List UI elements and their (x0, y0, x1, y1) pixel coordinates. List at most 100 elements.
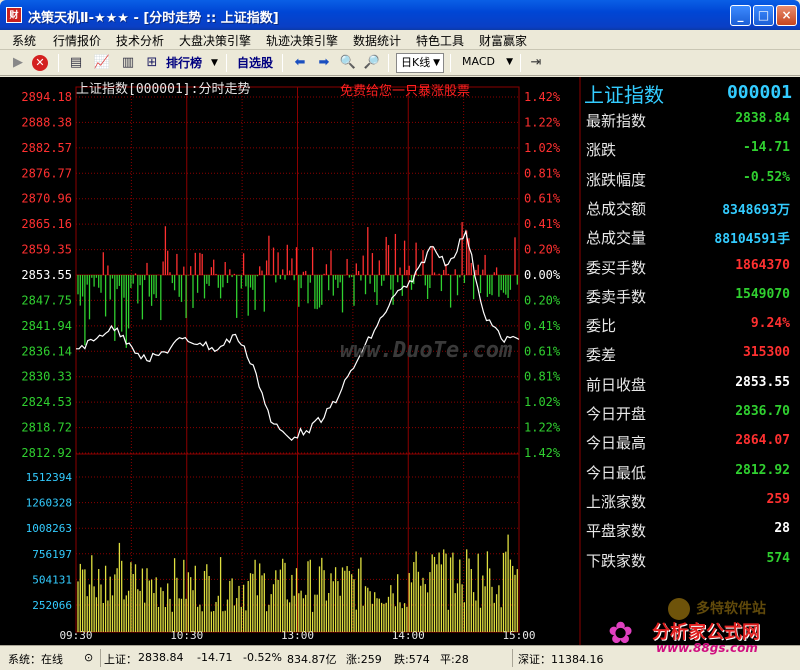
price-tick-label: 2888.38 (21, 115, 72, 129)
info-label: 委差 (586, 346, 617, 365)
price-tick-label: 2894.18 (21, 90, 72, 104)
status-sh-change: -14.71 (197, 651, 233, 664)
info-value: 2836.70 (735, 404, 790, 419)
watchlist-button[interactable]: 自选股 (237, 53, 273, 73)
price-tick-label: 2870.96 (21, 192, 72, 206)
pct-tick-label: 1.22% (524, 115, 561, 129)
volume-tick-label: 1008263 (26, 522, 72, 535)
pct-tick-label: 1.02% (524, 395, 561, 409)
kline-icon[interactable]: ▥ (118, 53, 138, 73)
close-button[interactable]: × (776, 5, 797, 26)
info-row: 涨跌幅度 -0.52% (584, 165, 790, 194)
pct-tick-label: 1.42% (524, 90, 561, 104)
zoom-in-icon[interactable]: 🔎 (362, 53, 382, 73)
price-tick-label: 2824.53 (21, 395, 72, 409)
index-name: 上证指数 (584, 83, 664, 107)
flower-logo-icon: ✿ (608, 616, 634, 651)
grid-icon[interactable]: ⊞ (142, 53, 162, 73)
menu-statistics[interactable]: 数据统计 (353, 32, 401, 49)
info-row: 今日最高 2864.07 (584, 428, 790, 457)
watermark-text: www.DuoTe.com (340, 338, 512, 363)
app-logo-icon: 财 (6, 7, 22, 23)
status-separator (512, 649, 513, 667)
period-select[interactable]: 日K线 ▼ (396, 53, 444, 73)
line-chart-icon[interactable]: 📈 (92, 53, 112, 73)
info-label: 涨跌 (586, 141, 617, 160)
pct-tick-label: 0.00% (524, 268, 561, 282)
menu-wealth[interactable]: 财富赢家 (479, 32, 527, 49)
title-bar[interactable]: 财 决策天机Ⅱ-★★★ - [分时走势 :: 上证指数] _ □ × (0, 0, 800, 30)
play-icon[interactable]: ▶ (8, 53, 28, 73)
watermark-logo-icon (668, 598, 690, 620)
info-value: 28 (774, 521, 790, 537)
menu-system[interactable]: 系统 (12, 32, 36, 49)
ad-banner: 免费给您一只暴涨股票 (340, 83, 470, 99)
info-value: 2864.07 (735, 433, 790, 449)
status-sh-label: 上证： (104, 653, 137, 666)
rank-button[interactable]: 排行榜 (166, 53, 202, 73)
menu-tools[interactable]: 特色工具 (416, 32, 464, 49)
indicator-select[interactable]: MACD ▼ (458, 53, 516, 73)
window-title: 决策天机Ⅱ-★★★ - [分时走势 :: 上证指数] (28, 11, 279, 26)
price-tick-label: 2818.72 (21, 421, 72, 435)
minimize-button[interactable]: _ (730, 5, 751, 26)
price-tick-label: 2882.57 (21, 141, 72, 155)
info-label: 今日开盘 (586, 405, 647, 423)
menu-tech-analysis[interactable]: 技术分析 (116, 32, 164, 49)
info-value: 1549070 (735, 286, 790, 302)
toolbar-separator (226, 54, 227, 72)
info-value: 574 (766, 550, 790, 566)
status-sz: 深证：11384.16 (518, 653, 604, 666)
menu-quotes[interactable]: 行情报价 (53, 32, 101, 49)
status-online-icon: ⊙ (84, 651, 94, 664)
volume-tick-label: 252066 (32, 599, 72, 612)
info-value: 88104591手 (714, 232, 790, 248)
status-sh-pct: -0.52% (243, 651, 282, 664)
toolbar-separator (58, 54, 59, 72)
pct-tick-label: 0.81% (524, 370, 561, 384)
pct-tick-label: 0.41% (524, 319, 561, 333)
info-label: 前日收盘 (586, 375, 647, 394)
menu-track-engine[interactable]: 轨迹决策引擎 (266, 32, 338, 49)
time-tick-label: 15:00 (502, 629, 535, 642)
info-row: 总成交额 8348693万 (584, 194, 790, 223)
menu-market-engine[interactable]: 大盘决策引擎 (179, 32, 251, 49)
exit-icon[interactable]: ⇥ (526, 53, 546, 73)
chevron-down-icon: ▼ (506, 57, 513, 67)
arrow-left-icon[interactable]: ⬅ (290, 53, 310, 73)
pct-tick-label: 0.81% (524, 166, 561, 180)
pct-tick-label: 0.20% (524, 243, 561, 257)
toolbar-separator (282, 54, 283, 72)
info-row: 今日开盘 2836.70 (584, 399, 790, 428)
site-watermark: 多特软件站 ✿ 分析家公式网 www.88gs.com (600, 598, 800, 655)
info-row: 上涨家数 259 (584, 487, 790, 516)
info-row: 委比 9.24% (584, 311, 790, 340)
maximize-button[interactable]: □ (753, 5, 774, 26)
zoom-out-icon[interactable]: 🔍 (338, 53, 358, 73)
chevron-down-icon: ▼ (433, 58, 440, 68)
info-value: 2853.55 (735, 374, 790, 390)
info-label: 今日最高 (586, 434, 647, 453)
status-down-count: 跌:574 (394, 653, 430, 666)
status-sh-amount: 834.87亿 (287, 653, 337, 666)
pct-tick-label: 0.61% (524, 192, 561, 206)
stop-icon[interactable]: ✕ (32, 55, 48, 71)
info-row: 委买手数 1864370 (584, 253, 790, 282)
info-row: 下跌家数 574 (584, 546, 790, 575)
info-row: 前日收盘 2853.55 (584, 370, 790, 399)
pct-tick-label: 0.20% (524, 293, 561, 307)
toolbar-separator (520, 54, 521, 72)
chevron-down-icon[interactable]: ▼ (211, 53, 218, 73)
pct-tick-label: 0.61% (524, 344, 561, 358)
intraday-chart-panel[interactable]: 2894.18 2888.38 2882.57 2876.77 2870.96 2865.… (0, 77, 800, 645)
arrow-right-icon[interactable]: ➡ (314, 53, 334, 73)
info-value: 2838.84 (735, 111, 790, 126)
quote-list-icon[interactable]: ▤ (66, 53, 86, 73)
info-value: -14.71 (743, 140, 790, 156)
watermark-url: www.88gs.com (656, 641, 758, 655)
info-label: 下跌家数 (586, 551, 647, 570)
info-label: 总成交额 (586, 199, 647, 218)
info-row: 今日最低 2812.92 (584, 458, 790, 487)
status-flat-count: 平:28 (440, 653, 469, 666)
info-label: 最新指数 (586, 112, 647, 130)
